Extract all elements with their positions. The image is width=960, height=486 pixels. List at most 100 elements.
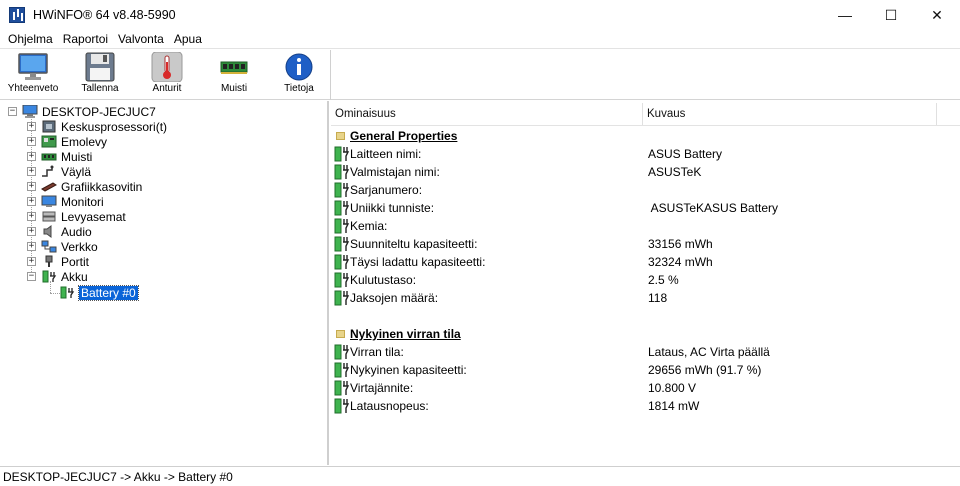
column-header-description[interactable]: Kuvaus — [643, 103, 937, 125]
property-name: Jaksojen määrä: — [350, 291, 439, 305]
maximize-button[interactable]: ☐ — [868, 0, 914, 30]
battery-icon — [334, 380, 350, 396]
tree-item-label: Verkko — [61, 239, 98, 254]
tree-item-battery-0[interactable]: Battery #0 — [59, 284, 139, 301]
expand-icon[interactable]: + — [27, 197, 36, 206]
property-name: Uniikki tunniste: — [350, 201, 435, 215]
property-name: Kemia: — [350, 219, 388, 233]
expand-icon[interactable]: + — [27, 257, 36, 266]
property-row[interactable]: Latausnopeus: 1814 mW — [331, 397, 960, 415]
tree-item-gpu[interactable]: + Grafiikkasovitin — [27, 179, 142, 194]
tree-root-label: DESKTOP-JECJUC7 — [42, 104, 156, 119]
menu-valvonta[interactable]: Valvonta — [113, 32, 169, 46]
column-header-property[interactable]: Ominaisuus — [331, 103, 643, 125]
save-button[interactable]: Tallenna — [71, 52, 129, 98]
minimize-button[interactable]: — — [822, 0, 868, 30]
expand-icon[interactable]: + — [27, 152, 36, 161]
menu-ohjelma[interactable]: Ohjelma — [3, 32, 58, 46]
property-name: Virran tila: — [350, 345, 404, 359]
toolbar-divider — [330, 50, 331, 100]
battery-icon — [334, 362, 350, 378]
battery-icon — [334, 236, 350, 252]
property-value: 32324 mWh — [648, 255, 713, 269]
expand-icon[interactable]: + — [27, 227, 36, 236]
property-name: Kulutustaso: — [350, 273, 417, 287]
expand-icon[interactable]: + — [27, 242, 36, 251]
tree-item-label: Keskusprosessori(t) — [61, 119, 168, 134]
section-header: General Properties — [331, 127, 960, 145]
property-row[interactable]: Laitteen nimi: ASUS Battery — [331, 145, 960, 163]
expand-icon[interactable]: + — [27, 137, 36, 146]
memory-module-icon — [218, 52, 250, 82]
title-bar: HWiNFO® 64 v8.48-5990 — ☐ ✕ — [0, 0, 960, 30]
header-divider — [331, 125, 960, 126]
tree-item-cpu[interactable]: + Keskusprosessori(t) — [27, 119, 167, 134]
collapse-icon[interactable]: − — [27, 272, 36, 281]
menu-apua[interactable]: Apua — [169, 32, 207, 46]
expand-icon[interactable]: + — [27, 167, 36, 176]
property-row[interactable]: Virtajännite: 10.800 V — [331, 379, 960, 397]
expand-icon[interactable]: + — [27, 122, 36, 131]
property-row[interactable]: Uniikki tunniste: ASUSTeKASUS Battery — [331, 199, 960, 217]
tree-root[interactable]: − DESKTOP-JECJUC7 — [8, 104, 156, 119]
memory-label: Muisti — [220, 83, 248, 94]
battery-icon — [41, 270, 57, 283]
summary-label: Yhteenveto — [7, 83, 59, 94]
property-value: 2.5 % — [648, 273, 679, 287]
close-button[interactable]: ✕ — [914, 0, 960, 30]
property-value: 1814 mW — [648, 399, 700, 413]
network-icon — [41, 240, 57, 253]
cpu-icon — [41, 120, 57, 133]
tree-item-monitor[interactable]: + Monitori — [27, 194, 104, 209]
tree-item-ports[interactable]: + Portit — [27, 254, 89, 269]
property-row[interactable]: Valmistajan nimi: ASUSTeK — [331, 163, 960, 181]
property-name: Laitteen nimi: — [350, 147, 422, 161]
tree-item-label: Levyasemat — [61, 209, 126, 224]
port-icon — [41, 255, 57, 268]
battery-icon — [334, 398, 350, 414]
property-row[interactable]: Täysi ladattu kapasiteetti: 32324 mWh — [331, 253, 960, 271]
window-controls: — ☐ ✕ — [822, 0, 960, 30]
property-name: Latausnopeus: — [350, 399, 429, 413]
tree-item-motherboard[interactable]: + Emolevy — [27, 134, 107, 149]
save-label: Tallenna — [81, 83, 119, 94]
property-row[interactable]: Kulutustaso: 2.5 % — [331, 271, 960, 289]
tree-item-label: Emolevy — [61, 134, 108, 149]
menu-raportoi[interactable]: Raportoi — [58, 32, 113, 46]
computer-icon — [22, 104, 38, 118]
tree-item-label-selected: Battery #0 — [78, 284, 139, 301]
summary-button[interactable]: Yhteenveto — [4, 52, 62, 98]
property-name: Virtajännite: — [350, 381, 414, 395]
tree-item-audio[interactable]: + Audio — [27, 224, 92, 239]
tree-item-label: Väylä — [61, 164, 92, 179]
drive-icon — [41, 210, 57, 223]
tree-item-memory[interactable]: + Muisti — [27, 149, 92, 164]
property-value: 33156 mWh — [648, 237, 713, 251]
property-row[interactable]: Jaksojen määrä: 118 — [331, 289, 960, 307]
battery-icon — [334, 272, 350, 288]
collapse-icon[interactable]: − — [8, 107, 17, 116]
property-row[interactable]: Nykyinen kapasiteetti: 29656 mWh (91.7 %) — [331, 361, 960, 379]
section-header: Nykyinen virran tila — [331, 325, 960, 343]
about-button[interactable]: Tietoja — [270, 52, 328, 98]
tree-item-battery[interactable]: − Akku — [27, 269, 88, 284]
property-row[interactable]: Sarjanumero: — [331, 181, 960, 199]
property-value: ASUS Battery — [648, 147, 723, 161]
property-row[interactable]: Suunniteltu kapasiteetti: 33156 mWh — [331, 235, 960, 253]
property-row[interactable]: Virran tila: Lataus, AC Virta päällä — [331, 343, 960, 361]
tree-item-bus[interactable]: + Väylä — [27, 164, 91, 179]
tree-item-label: Akku — [61, 269, 88, 284]
expand-icon[interactable]: + — [27, 212, 36, 221]
property-name: Nykyinen kapasiteetti: — [350, 363, 467, 377]
expand-icon[interactable]: + — [27, 182, 36, 191]
property-name: Sarjanumero: — [350, 183, 423, 197]
property-row[interactable]: Kemia: — [331, 217, 960, 235]
property-name: Täysi ladattu kapasiteetti: — [350, 255, 486, 269]
tree-item-drives[interactable]: + Levyasemat — [27, 209, 126, 224]
sensors-button[interactable]: Anturit — [138, 51, 196, 98]
memory-button[interactable]: Muisti — [205, 52, 263, 98]
battery-icon — [334, 254, 350, 270]
details-pane: Ominaisuus Kuvaus General Properties Lait… — [331, 101, 960, 465]
tree-item-label: Muisti — [61, 149, 93, 164]
tree-item-network[interactable]: + Verkko — [27, 239, 98, 254]
